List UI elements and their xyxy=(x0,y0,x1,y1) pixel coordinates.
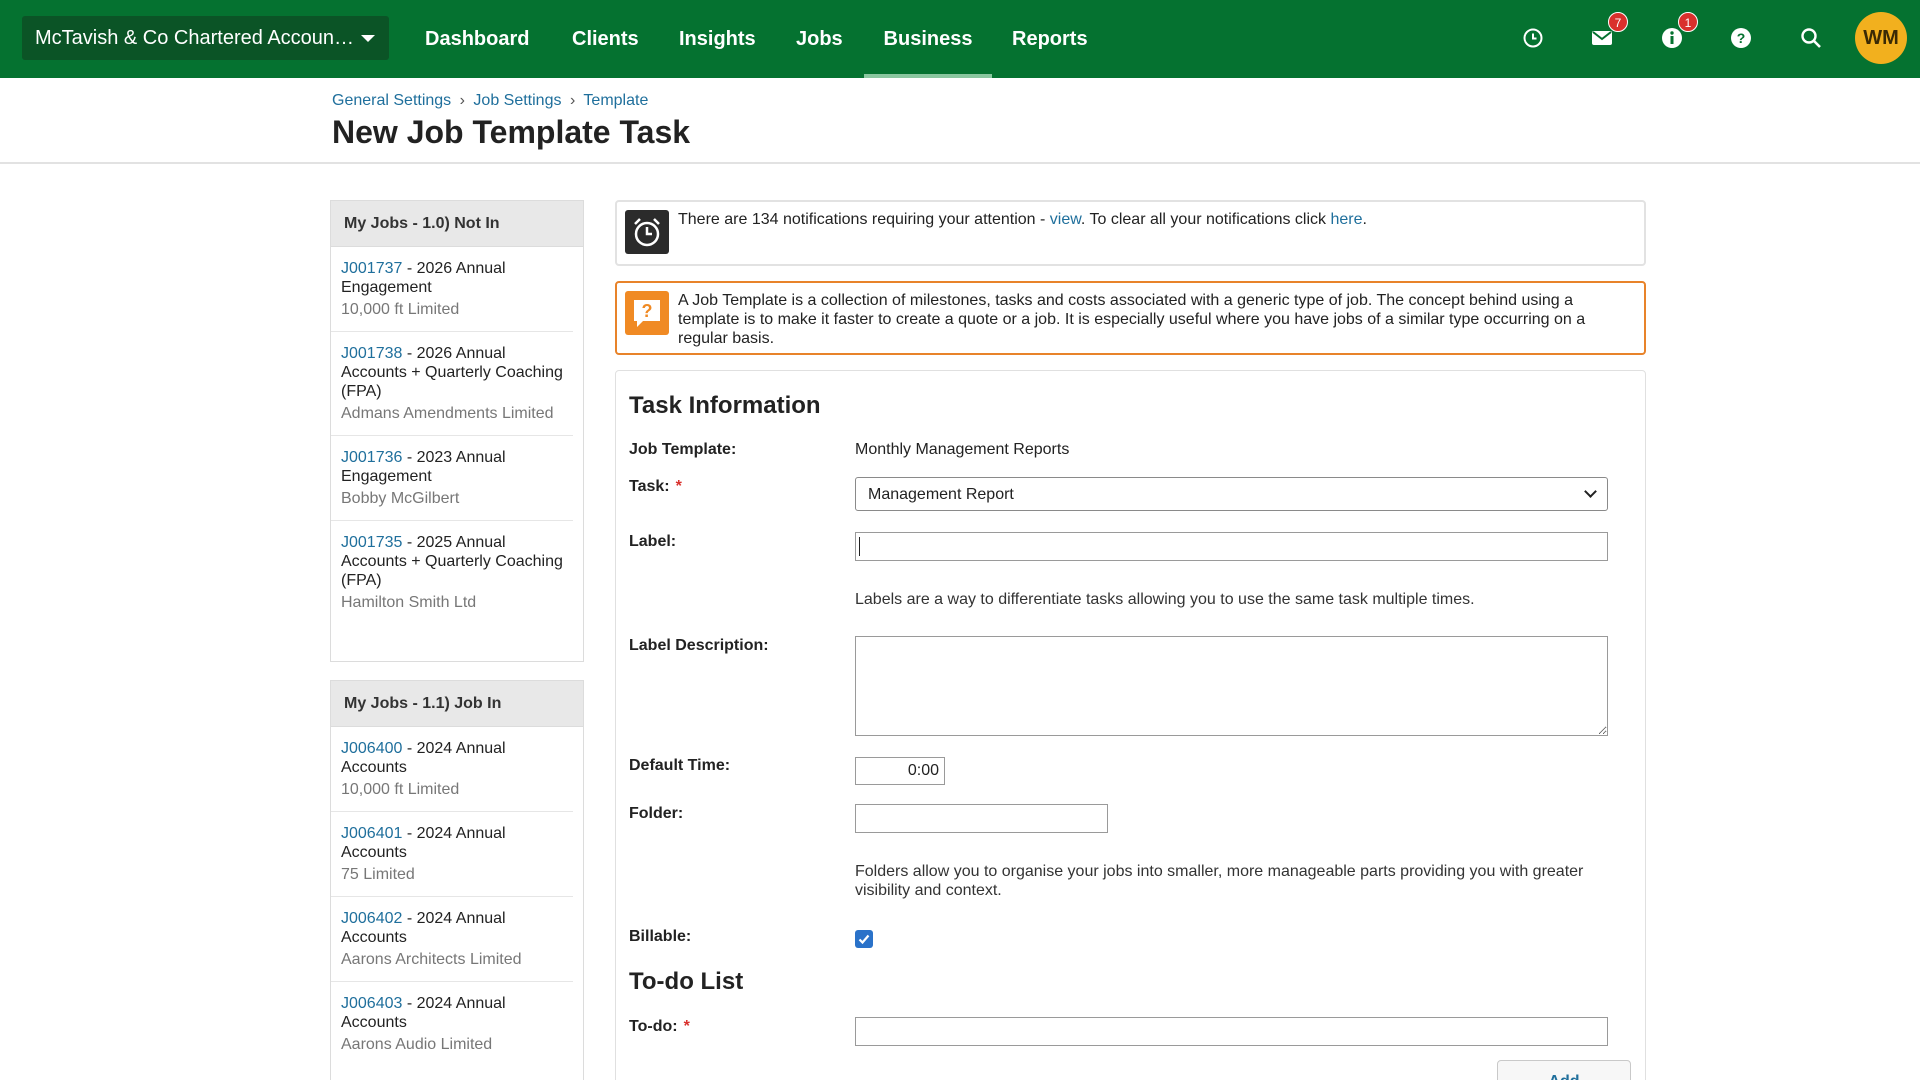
sidebar-panel-job-in: My Jobs - 1.1) Job In J006400 - 2024 Ann… xyxy=(330,680,584,1080)
todo-label: To-do: * xyxy=(629,1018,690,1036)
list-item: J006400 - 2024 Annual Accounts 10,000 ft… xyxy=(331,727,573,812)
label-input[interactable] xyxy=(855,532,1608,561)
notification-text-middle: . To clear all your notifications click xyxy=(1080,211,1331,228)
job-client: Aarons Architects Limited xyxy=(341,951,522,968)
breadcrumb-job-settings[interactable]: Job Settings xyxy=(473,92,561,109)
job-link[interactable]: J001735 xyxy=(341,534,402,551)
job-link[interactable]: J001737 xyxy=(341,260,402,277)
job-client: 10,000 ft Limited xyxy=(341,301,460,318)
question-bubble-icon: ? xyxy=(625,291,669,335)
mail-badge: 7 xyxy=(1608,12,1628,32)
label-description-textarea[interactable] xyxy=(855,636,1608,736)
task-select-value: Management Report xyxy=(868,486,1014,503)
task-select[interactable]: Management Report xyxy=(855,477,1608,511)
search-icon[interactable] xyxy=(1797,24,1825,52)
job-link[interactable]: J006401 xyxy=(341,825,402,842)
nav-reports[interactable]: Reports xyxy=(1012,0,1088,78)
page-header xyxy=(0,78,1920,164)
label-description-label: Label Description: xyxy=(629,637,769,654)
list-item: J001735 - 2025 Annual Accounts + Quarter… xyxy=(331,521,573,624)
job-template-label: Job Template: xyxy=(629,441,737,458)
task-label-text: Task: xyxy=(629,478,670,495)
required-mark: * xyxy=(683,1018,690,1035)
folder-help-text: Folders allow you to organise your jobs … xyxy=(855,863,1584,899)
default-time-input[interactable] xyxy=(855,757,945,785)
breadcrumb-separator-icon: › xyxy=(569,92,576,109)
list-item: J006402 - 2024 Annual Accounts Aarons Ar… xyxy=(331,897,573,982)
required-mark: * xyxy=(675,478,682,495)
list-item: J001736 - 2023 Annual Engagement Bobby M… xyxy=(331,436,573,521)
info-notice-text: A Job Template is a collection of milest… xyxy=(678,292,1586,347)
sidebar-panel-not-in: My Jobs - 1.0) Not In J001737 - 2026 Ann… xyxy=(330,200,584,662)
panel-title: My Jobs - 1.1) Job In xyxy=(331,681,583,727)
mail-icon[interactable]: 7 xyxy=(1588,12,1628,52)
job-client: Admans Amendments Limited xyxy=(341,405,554,422)
task-label: Task: * xyxy=(629,478,682,496)
nav-jobs[interactable]: Jobs xyxy=(796,0,843,78)
list-item: J006403 - 2024 Annual Accounts Aarons Au… xyxy=(331,982,573,1066)
job-client: Hamilton Smith Ltd xyxy=(341,594,477,611)
job-client: Aarons Audio Limited xyxy=(341,1036,493,1053)
todo-input[interactable] xyxy=(855,1017,1608,1046)
list-item: J006401 - 2024 Annual Accounts 75 Limite… xyxy=(331,812,573,897)
task-information-title: Task Information xyxy=(629,392,821,419)
label-label: Label: xyxy=(629,533,677,550)
org-switcher[interactable]: McTavish & Co Chartered Accoun… xyxy=(22,16,389,60)
nav-clients[interactable]: Clients xyxy=(572,0,639,78)
job-client: Bobby McGilbert xyxy=(341,490,460,507)
folder-input[interactable] xyxy=(855,804,1108,833)
help-icon[interactable]: ? xyxy=(1727,24,1755,52)
checkmark-icon xyxy=(858,934,870,945)
list-item: J001738 - 2026 Annual Accounts + Quarter… xyxy=(331,332,573,436)
text-cursor-icon xyxy=(859,537,860,556)
chevron-down-icon xyxy=(1584,485,1597,498)
notification-text-end: . xyxy=(1362,211,1367,228)
panel-title: My Jobs - 1.0) Not In xyxy=(331,201,583,247)
top-nav: McTavish & Co Chartered Accoun… Dashboar… xyxy=(0,0,1920,78)
job-link[interactable]: J006403 xyxy=(341,995,402,1012)
list-item: J001737 - 2026 Annual Engagement 10,000 … xyxy=(331,247,573,332)
org-name: McTavish & Co Chartered Accoun… xyxy=(35,26,355,49)
job-link[interactable]: J001738 xyxy=(341,345,402,362)
info-icon[interactable]: 1 xyxy=(1658,12,1698,52)
todo-list-title: To-do List xyxy=(629,968,744,995)
billable-checkbox[interactable] xyxy=(855,930,873,948)
default-time-label: Default Time: xyxy=(629,757,731,774)
job-link[interactable]: J006402 xyxy=(341,910,402,927)
clear-notifications-link[interactable]: here xyxy=(1330,211,1362,228)
label-help-text: Labels are a way to differentiate tasks … xyxy=(855,591,1475,608)
info-notice: ? A Job Template is a collection of mile… xyxy=(615,281,1646,355)
alarm-clock-icon xyxy=(625,210,669,254)
view-notifications-link[interactable]: view xyxy=(1050,211,1081,228)
svg-text:?: ? xyxy=(1737,30,1746,46)
notification-notice: There are 134 notifications requiring yo… xyxy=(615,200,1646,266)
info-badge: 1 xyxy=(1678,12,1698,32)
breadcrumb-general-settings[interactable]: General Settings xyxy=(332,92,451,109)
page-title: New Job Template Task xyxy=(332,114,691,150)
nav-dashboard[interactable]: Dashboard xyxy=(425,0,529,78)
notification-text: There are 134 notifications requiring yo… xyxy=(678,210,1594,229)
notification-text-start: There are 134 notifications requiring yo… xyxy=(678,211,1050,228)
job-client: 75 Limited xyxy=(341,866,415,883)
nav-business[interactable]: Business xyxy=(864,0,992,78)
job-link[interactable]: J001736 xyxy=(341,449,402,466)
job-template-value: Monthly Management Reports xyxy=(855,441,1070,458)
billable-label: Billable: xyxy=(629,928,692,945)
breadcrumb: General Settings › Job Settings › Templa… xyxy=(332,92,648,110)
todo-label-text: To-do: xyxy=(629,1018,678,1035)
folder-label: Folder: xyxy=(629,805,684,822)
job-link[interactable]: J006400 xyxy=(341,740,402,757)
caret-down-icon xyxy=(361,35,375,42)
add-todo-button[interactable]: Add xyxy=(1497,1060,1631,1080)
breadcrumb-separator-icon: › xyxy=(459,92,465,109)
svg-text:?: ? xyxy=(642,301,653,321)
nav-insights[interactable]: Insights xyxy=(679,0,756,78)
clock-icon[interactable] xyxy=(1519,24,1547,52)
breadcrumb-template[interactable]: Template xyxy=(583,92,648,109)
avatar[interactable]: WM xyxy=(1855,12,1907,64)
job-client: 10,000 ft Limited xyxy=(341,781,460,798)
